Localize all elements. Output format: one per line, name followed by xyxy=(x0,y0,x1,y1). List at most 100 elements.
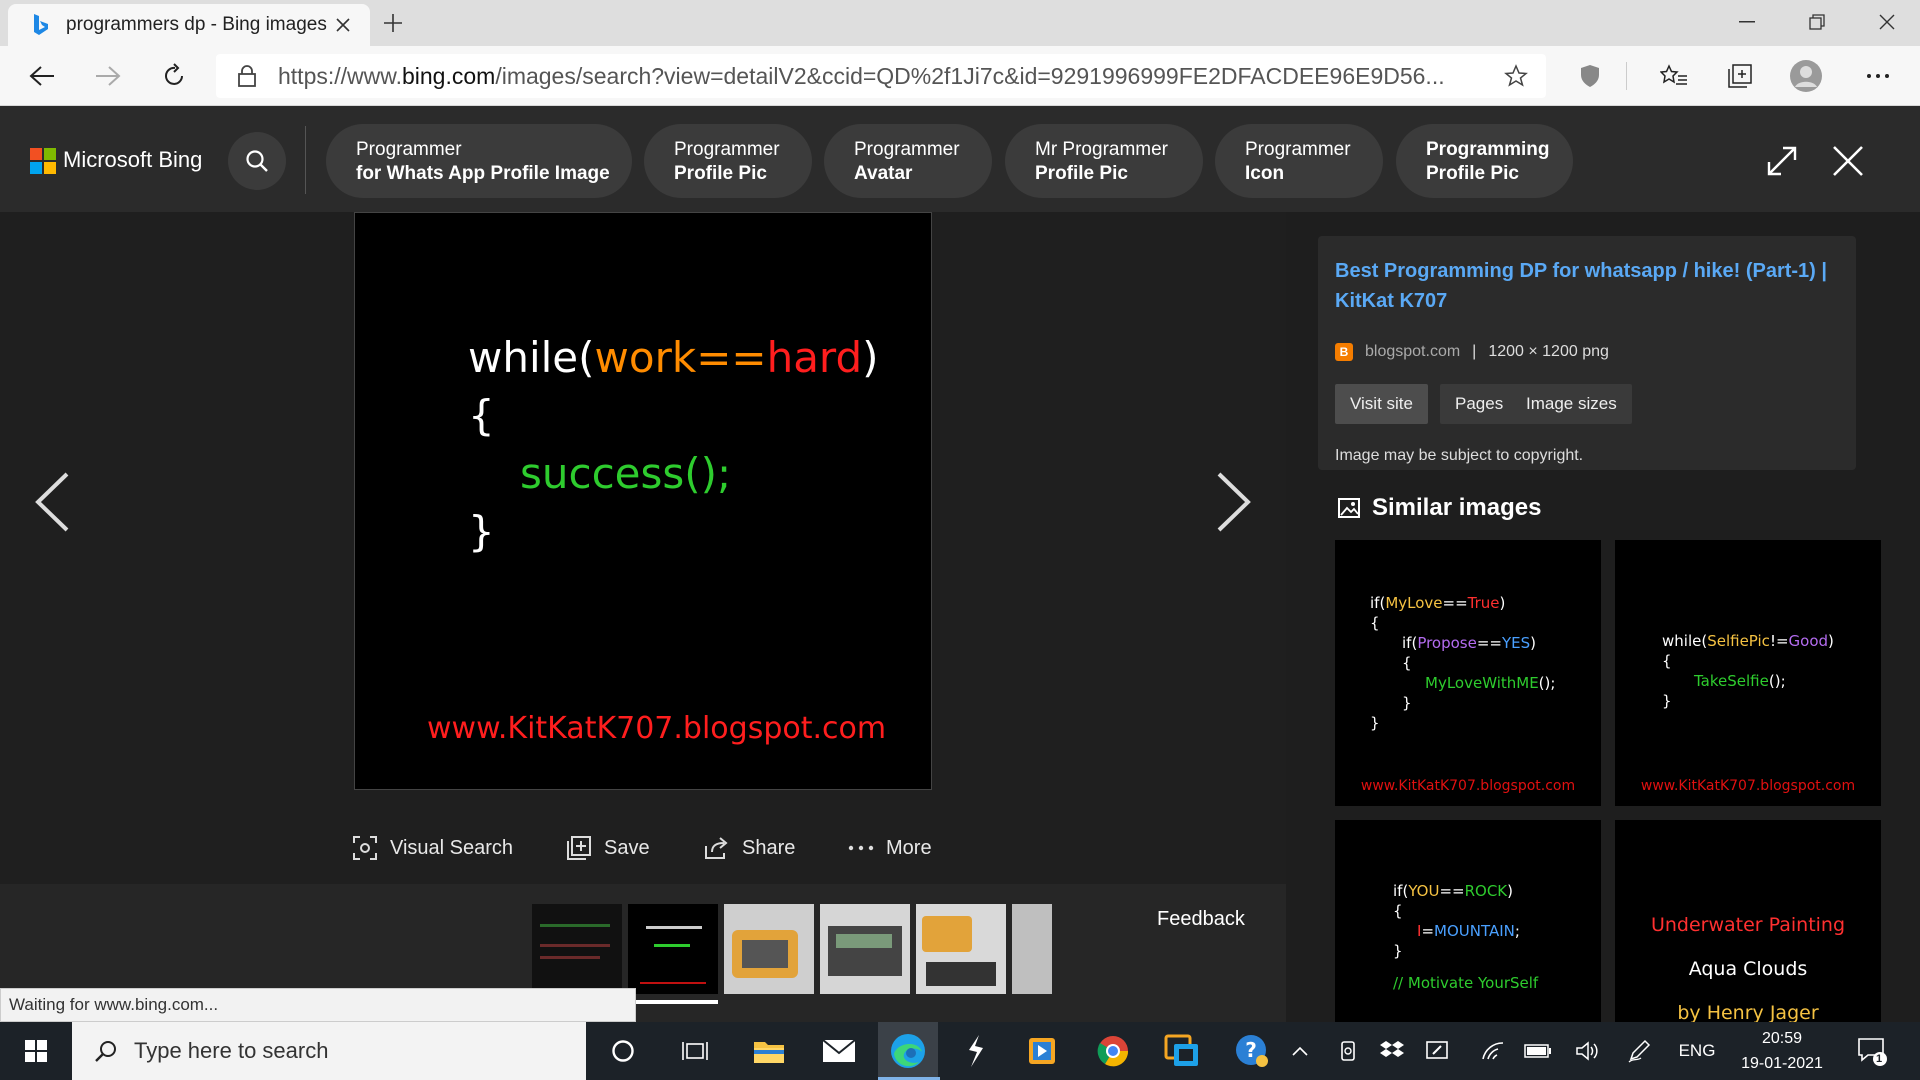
new-tab-icon[interactable] xyxy=(378,8,408,38)
microsoft-logo-icon[interactable] xyxy=(30,148,56,174)
help-icon[interactable]: ? xyxy=(1222,1022,1282,1080)
notification-center-icon[interactable]: 1 xyxy=(1848,1022,1896,1080)
minimize-icon[interactable] xyxy=(1712,0,1782,44)
profile-avatar-icon[interactable] xyxy=(1784,54,1828,98)
share-button[interactable]: Share xyxy=(704,828,795,868)
edge-browser-icon[interactable] xyxy=(878,1022,938,1080)
media-player-icon[interactable] xyxy=(1012,1022,1072,1080)
windows-start-icon[interactable] xyxy=(0,1022,72,1080)
favorites-icon[interactable] xyxy=(1652,54,1696,98)
chip-line2: for Whats App Profile Image xyxy=(356,163,610,184)
show-hidden-icons-icon[interactable] xyxy=(1285,1022,1315,1080)
lock-icon[interactable] xyxy=(234,63,260,89)
more-button[interactable]: More xyxy=(848,828,932,868)
taskbar-search-box[interactable]: Type here to search xyxy=(72,1022,586,1080)
filmstrip-selected-indicator xyxy=(628,1000,718,1004)
snip-tool-icon[interactable] xyxy=(946,1022,1006,1080)
image-dimensions: 1200 × 1200 png xyxy=(1488,343,1609,360)
address-bar[interactable]: https://www.bing.com/images/search?view=… xyxy=(216,54,1546,98)
bing-brand-name[interactable]: Microsoft Bing xyxy=(63,147,202,173)
system-clock[interactable]: 20:59 19-01-2021 xyxy=(1736,1026,1828,1076)
back-icon[interactable] xyxy=(20,54,64,98)
url-prefix: https://www. xyxy=(278,62,402,89)
related-search-chip[interactable]: Programmer Profile Pic xyxy=(644,124,812,198)
task-view-icon[interactable] xyxy=(665,1022,725,1080)
sim-text: MyLove xyxy=(1385,594,1443,612)
filmstrip-thumbnail[interactable] xyxy=(724,904,814,994)
input-language[interactable]: ENG xyxy=(1672,1022,1722,1080)
url-text[interactable]: https://www.bing.com/images/search?view=… xyxy=(278,63,1496,90)
related-search-chip[interactable]: Mr Programmer Profile Pic xyxy=(1005,124,1203,198)
filmstrip-thumbnail[interactable] xyxy=(820,904,910,994)
expand-icon[interactable] xyxy=(1757,136,1807,186)
notification-count: 1 xyxy=(1876,1053,1883,1065)
code-text: success(); xyxy=(520,449,732,498)
visual-search-button[interactable]: Visual Search xyxy=(352,828,513,868)
sim-painting-subtitle: Aqua Clouds xyxy=(1688,958,1808,980)
pen-icon[interactable] xyxy=(1622,1022,1656,1080)
wifi-icon[interactable] xyxy=(1476,1022,1510,1080)
chip-line1: Programmer xyxy=(1245,139,1351,160)
sim-text: if( xyxy=(1402,634,1418,652)
forward-icon[interactable] xyxy=(86,54,130,98)
close-viewer-icon[interactable] xyxy=(1823,136,1873,186)
reload-icon[interactable] xyxy=(152,54,196,98)
similar-image[interactable]: while(SelfiePic!=Good) { TakeSelfie(); }… xyxy=(1615,540,1881,806)
related-search-chip[interactable]: Programmer Avatar xyxy=(824,124,992,198)
browser-tab-active[interactable]: programmers dp - Bing images xyxy=(8,4,370,46)
mail-icon[interactable] xyxy=(809,1022,869,1080)
sim-text: YOU xyxy=(1408,882,1440,900)
close-tab-icon[interactable] xyxy=(328,10,358,40)
remote-app-icon[interactable] xyxy=(1152,1022,1212,1080)
source-domain[interactable]: blogspot.com xyxy=(1365,343,1460,361)
sim-text: SelfiePic xyxy=(1707,632,1770,650)
tracking-shield-icon[interactable] xyxy=(1568,54,1612,98)
feedback-link[interactable]: Feedback xyxy=(1157,908,1245,931)
save-button[interactable]: Save xyxy=(566,828,650,868)
previous-image-icon[interactable] xyxy=(22,462,82,542)
visit-site-button[interactable]: Visit site xyxy=(1335,384,1428,424)
share-icon xyxy=(705,837,728,859)
filmstrip-thumbnail[interactable] xyxy=(532,904,622,994)
chrome-icon[interactable] xyxy=(1083,1022,1143,1080)
image-sizes-button[interactable]: Image sizes xyxy=(1511,384,1632,424)
image-icon xyxy=(1338,498,1360,518)
bing-header: Microsoft Bing Programmer for Whats App … xyxy=(0,106,1920,212)
cortana-icon[interactable] xyxy=(593,1022,653,1080)
settings-more-icon[interactable] xyxy=(1856,54,1900,98)
sim-text: != xyxy=(1769,632,1789,650)
pages-button[interactable]: Pages xyxy=(1440,384,1519,424)
source-page-title[interactable]: Best Programming DP for whatsapp / hike!… xyxy=(1335,256,1845,316)
tray-app-icon[interactable] xyxy=(1333,1022,1363,1080)
details-panel: Best Programming DP for whatsapp / hike!… xyxy=(1286,212,1920,1080)
restore-icon[interactable] xyxy=(1782,0,1852,44)
filmstrip-thumbnail-selected[interactable] xyxy=(628,904,718,994)
code-line-1: while(work==hard) xyxy=(468,333,879,382)
dropbox-icon[interactable] xyxy=(1375,1022,1409,1080)
sim-text: MOUNTAIN xyxy=(1434,922,1515,940)
toolbar-divider xyxy=(1626,62,1627,90)
favorite-star-icon[interactable] xyxy=(1496,56,1536,96)
related-search-chip[interactable]: Programmer Icon xyxy=(1215,124,1383,198)
close-window-icon[interactable] xyxy=(1852,0,1920,44)
code-text: ) xyxy=(862,333,879,382)
chip-line2: Icon xyxy=(1245,163,1285,184)
search-icon[interactable] xyxy=(228,132,286,190)
sim-watermark: www.KitKatK707.blogspot.com xyxy=(1360,778,1576,794)
filmstrip-thumbnail[interactable] xyxy=(916,904,1006,994)
tray-tool-icon[interactable] xyxy=(1420,1022,1454,1080)
sim-code-line: { xyxy=(1662,652,1672,670)
collections-icon[interactable] xyxy=(1718,54,1762,98)
next-image-icon[interactable] xyxy=(1204,462,1264,542)
browser-toolbar: https://www.bing.com/images/search?view=… xyxy=(0,46,1920,106)
related-search-chip[interactable]: Programming Profile Pic xyxy=(1396,124,1573,198)
file-explorer-icon[interactable] xyxy=(739,1022,799,1080)
sim-code-line: if(Propose==YES) xyxy=(1402,634,1536,652)
related-search-chip[interactable]: Programmer for Whats App Profile Image xyxy=(326,124,632,198)
main-image[interactable]: while(work==hard) { success(); } www.Kit… xyxy=(354,212,932,790)
sim-code-line: if(MyLove==True) xyxy=(1370,594,1505,612)
filmstrip-thumbnail[interactable] xyxy=(1012,904,1052,994)
volume-icon[interactable] xyxy=(1570,1022,1604,1080)
battery-icon[interactable] xyxy=(1520,1022,1556,1080)
similar-image[interactable]: if(MyLove==True) { if(Propose==YES) { My… xyxy=(1335,540,1601,806)
